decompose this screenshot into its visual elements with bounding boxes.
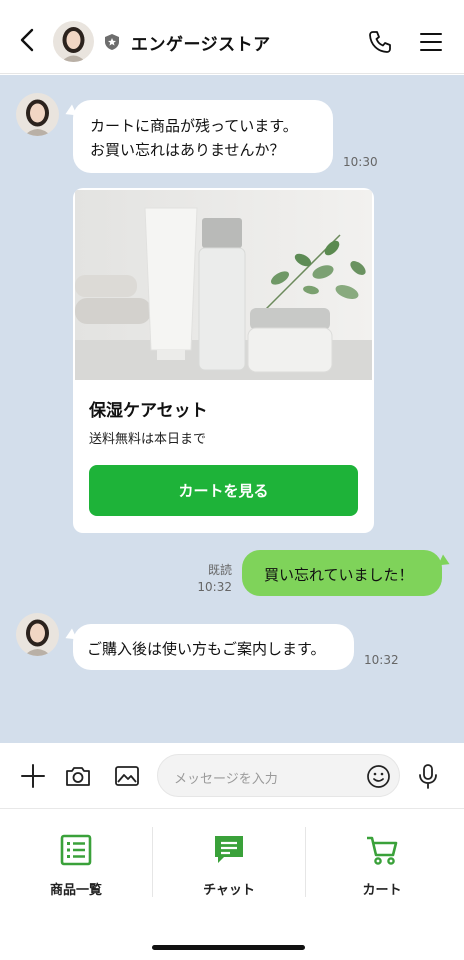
message-input-bar: メッセージを入力 [0,743,464,809]
nav-label: カート [362,883,402,898]
read-label: 既読 [207,563,232,577]
avatar[interactable] [16,613,59,656]
shield-icon [105,34,119,50]
message-text: ご購入後は使い方もご案内します。 [87,640,326,658]
product-card[interactable]: 保湿ケアセット 送料無料は本日まで カートを見る [73,188,374,533]
reply-bubble: 買い忘れていました！ [242,550,442,596]
message-time: 10:32 [197,580,232,594]
message-text: カートに商品が残っています。 [90,117,298,135]
nav-item-chat[interactable]: チャット [153,809,305,904]
message-input[interactable]: メッセージを入力 [157,754,400,797]
avatar[interactable] [16,93,59,136]
product-title: 保湿ケアセット [89,401,208,421]
message-time: 10:32 [364,653,399,667]
image-icon[interactable] [113,762,141,790]
plus-icon[interactable] [19,762,47,790]
microphone-icon[interactable] [414,762,442,790]
read-receipt: 既読 10:32 [192,562,232,596]
page-title: エンゲージストア [131,35,271,55]
cart-icon [367,836,398,865]
hamburger-menu-icon[interactable] [418,30,444,54]
phone-icon[interactable] [367,29,393,55]
message-bubble: カートに商品が残っています。 お買い忘れはありませんか？ [73,100,333,173]
header: エンゲージストア [0,0,464,74]
home-indicator [152,945,305,950]
chat-icon [215,836,243,863]
product-image [75,190,372,380]
message-input-placeholder: メッセージを入力 [174,772,278,787]
nav-item-product-list[interactable]: 商品一覧 [0,809,152,904]
camera-icon[interactable] [64,762,92,790]
nav-item-cart[interactable]: カート [306,809,458,904]
view-cart-button[interactable]: カートを見る [89,465,358,516]
chat-area[interactable]: カートに商品が残っています。 お買い忘れはありませんか？ 10:30 保湿ケアセ… [0,75,464,743]
bottom-nav: 商品一覧 チャット カート [0,809,464,960]
avatar[interactable] [53,21,94,62]
smile-icon[interactable] [366,764,391,789]
nav-label: チャット [203,883,255,898]
message-bubble: ご購入後は使い方もご案内します。 [73,624,354,670]
product-subtitle: 送料無料は本日まで [89,432,207,447]
nav-label: 商品一覧 [49,883,102,898]
message-text: お買い忘れはありませんか？ [90,141,285,159]
chevron-left-icon[interactable] [14,26,42,54]
message-text: 買い忘れていました！ [264,566,414,584]
list-icon [60,834,92,866]
message-time: 10:30 [343,155,378,169]
